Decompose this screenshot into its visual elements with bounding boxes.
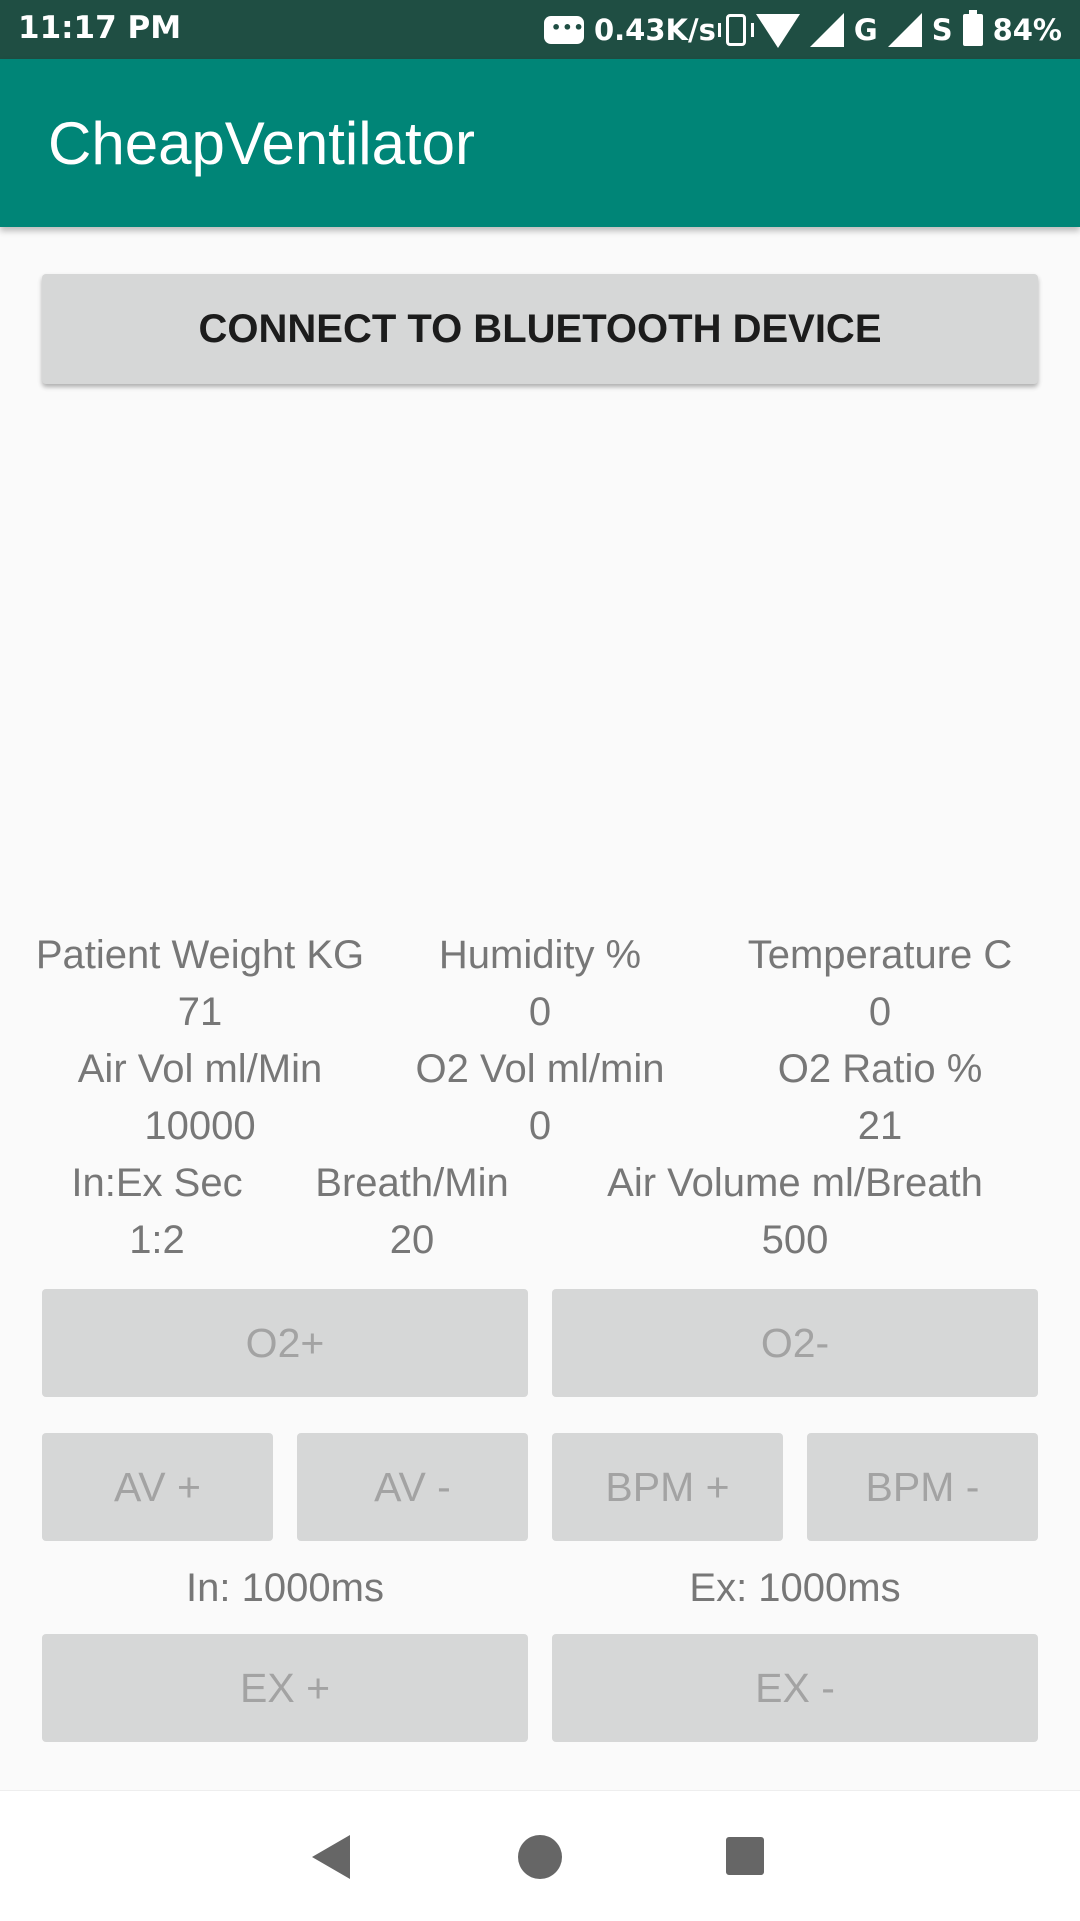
app-title: CheapVentilator	[48, 110, 475, 177]
bpm-plus-button[interactable]: BPM +	[552, 1433, 783, 1541]
app-bar: CheapVentilator	[0, 59, 1080, 227]
humidity-value: 0	[528, 990, 552, 1034]
battery-percent: 84%	[992, 13, 1062, 47]
breath-min-value: 20	[389, 1218, 435, 1262]
patient-weight-value: 71	[177, 990, 223, 1034]
status-icons: 0.43K/s G S 84%	[534, 10, 1062, 50]
air-volume-breath-value: 500	[761, 1218, 829, 1262]
o2-ratio-value: 21	[857, 1104, 903, 1148]
o2-minus-button[interactable]: O2-	[552, 1289, 1038, 1397]
temperature-value: 0	[868, 990, 892, 1034]
temperature-label: Temperature C	[747, 933, 1013, 977]
breath-min-label: Breath/Min	[315, 1161, 509, 1205]
av-plus-button[interactable]: AV +	[42, 1433, 273, 1541]
vibrate-icon	[717, 14, 754, 46]
o2-vol-label: O2 Vol ml/min	[415, 1047, 665, 1091]
net-speed: 0.43K/s	[593, 13, 716, 47]
in-ex-value: 1:2	[129, 1218, 185, 1262]
network-type-g: G	[853, 13, 878, 47]
signal-icon	[809, 13, 844, 47]
air-vol-label: Air Vol ml/Min	[77, 1047, 323, 1091]
message-icon	[543, 16, 585, 44]
ex-plus-button[interactable]: EX +	[42, 1634, 528, 1742]
in-ex-label: In:Ex Sec	[71, 1161, 243, 1205]
recents-icon[interactable]	[726, 1837, 764, 1875]
o2-ratio-label: O2 Ratio %	[777, 1047, 983, 1091]
home-icon[interactable]	[518, 1835, 562, 1879]
signal-icon	[887, 13, 922, 47]
o2-vol-value: 0	[528, 1104, 552, 1148]
battery-icon	[962, 10, 983, 46]
air-vol-value: 10000	[144, 1104, 256, 1148]
o2-plus-button[interactable]: O2+	[42, 1289, 528, 1397]
network-type-s: S	[931, 13, 953, 47]
humidity-label: Humidity %	[438, 933, 642, 977]
back-icon[interactable]	[312, 1835, 350, 1879]
av-minus-button[interactable]: AV -	[297, 1433, 528, 1541]
status-time: 11:17 PM	[18, 10, 182, 46]
connect-bluetooth-button[interactable]: CONNECT TO BLUETOOTH DEVICE	[42, 274, 1038, 384]
ex-time-label: Ex: 1000ms	[689, 1566, 901, 1610]
in-time-label: In: 1000ms	[186, 1566, 384, 1610]
ex-minus-button[interactable]: EX -	[552, 1634, 1038, 1742]
patient-weight-label: Patient Weight KG	[35, 933, 365, 977]
wifi-icon	[755, 14, 800, 48]
bpm-minus-button[interactable]: BPM -	[807, 1433, 1038, 1541]
navigation-bar	[0, 1790, 1080, 1921]
air-volume-breath-label: Air Volume ml/Breath	[607, 1161, 983, 1205]
status-bar: 11:17 PM 0.43K/s G S 84%	[0, 0, 1080, 59]
